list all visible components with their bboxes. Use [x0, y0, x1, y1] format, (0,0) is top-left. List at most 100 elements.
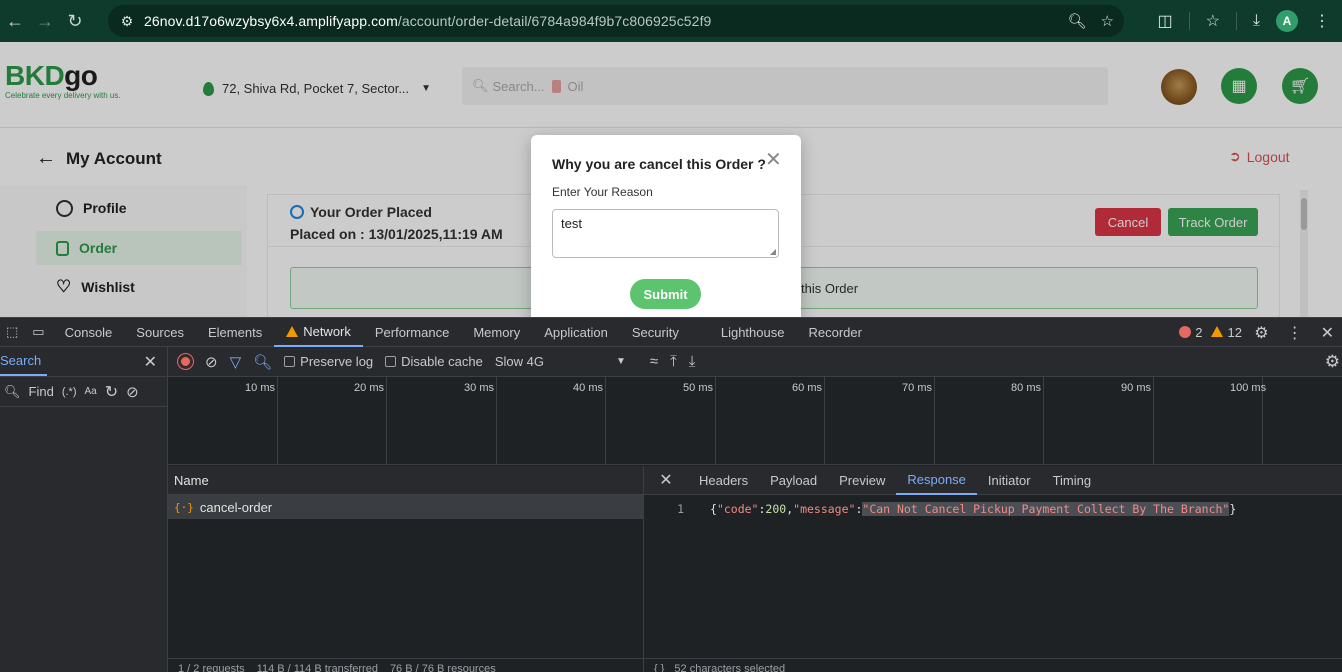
kebab-menu-icon[interactable]: ⋮ — [1287, 323, 1303, 343]
reading-list-icon[interactable]: ☆ — [1206, 11, 1220, 31]
timeline-tick-label: 100 ms — [1230, 382, 1267, 394]
downloads-icon[interactable]: ⤓ — [1253, 12, 1260, 30]
back-arrow-icon[interactable]: ← — [0, 6, 30, 36]
throttling-select[interactable]: Slow 4G ▼ — [495, 354, 626, 369]
timeline-tick-label: 40 ms — [573, 382, 603, 394]
regex-toggle[interactable]: (.*) — [62, 386, 77, 398]
settings-gear-icon[interactable]: ⚙ — [1254, 323, 1268, 343]
warning-icon — [286, 325, 299, 337]
error-counter: 2 — [1179, 325, 1203, 340]
tab-network-label: Network — [303, 323, 351, 339]
close-icon[interactable]: ✕ — [644, 470, 688, 490]
search-drawer: Search ✕ 🔍︎ Find (.*) Aa ↻ ⊘ — [0, 347, 168, 672]
name-column-header[interactable]: Name — [168, 466, 643, 495]
timeline-tick-label: 60 ms — [792, 382, 822, 394]
json-key: "message" — [793, 502, 856, 516]
devtools-corner-actions: ⚙ ⋮ ✕ — [1254, 318, 1334, 347]
transferred-size: 114 B / 114 B transferred — [256, 663, 378, 672]
site-info-icon[interactable]: ⚙ — [112, 6, 142, 36]
disable-cache-checkbox[interactable]: Disable cache — [385, 354, 483, 369]
tab-console[interactable]: Console — [53, 318, 125, 347]
network-conditions-icon[interactable]: ≈ — [650, 353, 658, 370]
network-settings-icon[interactable]: ⚙ — [1325, 352, 1340, 372]
forward-arrow-icon[interactable]: → — [30, 6, 60, 36]
search-drawer-header: Search ✕ — [0, 347, 167, 377]
disable-cache-label: Disable cache — [401, 354, 483, 369]
find-input[interactable]: 🔍︎ Find (.*) Aa ↻ ⊘ — [0, 377, 167, 407]
checkbox-box — [284, 356, 296, 367]
response-body[interactable]: {"code":200,"message":"Can Not Cancel Pi… — [710, 502, 1236, 516]
zoom-icon[interactable]: 🔍︎ — [1068, 12, 1087, 30]
timeline-tick-label: 10 ms — [245, 382, 275, 394]
tab-initiator[interactable]: Initiator — [977, 466, 1042, 495]
close-devtools-icon[interactable]: ✕ — [1321, 323, 1334, 343]
submit-button[interactable]: Submit — [630, 279, 701, 309]
request-row[interactable]: {·} cancel-order — [168, 495, 643, 519]
timeline-gridline — [605, 377, 606, 465]
import-har-icon[interactable]: ⤒ — [670, 353, 677, 370]
tab-security[interactable]: Security — [620, 318, 709, 347]
tab-headers[interactable]: Headers — [688, 466, 759, 495]
warning-counter: 12 — [1210, 325, 1242, 340]
error-count: 2 — [1195, 325, 1203, 340]
match-case-toggle[interactable]: Aa — [84, 386, 96, 397]
throttling-value: Slow 4G — [494, 354, 544, 369]
tab-elements[interactable]: Elements — [196, 318, 274, 347]
request-name: cancel-order — [199, 499, 273, 515]
tab-timing[interactable]: Timing — [1042, 466, 1103, 495]
dropdown-caret-icon: ▼ — [615, 356, 626, 367]
close-icon[interactable]: ✕ — [144, 352, 157, 372]
search-icon[interactable]: 🔍︎ — [253, 353, 272, 371]
timeline-tick-label: 70 ms — [902, 382, 932, 394]
tab-payload[interactable]: Payload — [759, 466, 828, 495]
browser-menu-icon[interactable]: ⋮ — [1314, 11, 1330, 31]
refresh-icon[interactable]: ↻ — [105, 382, 118, 402]
preserve-log-label: Preserve log — [300, 354, 374, 369]
search-tab[interactable]: Search — [0, 347, 48, 376]
tab-preview[interactable]: Preview — [828, 466, 896, 495]
issue-counters[interactable]: 2 12 — [1179, 318, 1242, 347]
url-text[interactable]: 26nov.d17o6wzybsy6x4.amplifyapp.com/acco… — [144, 13, 711, 29]
detail-tabbar: ✕ Headers Payload Preview Response Initi… — [644, 466, 1342, 495]
tab-sources[interactable]: Sources — [124, 318, 196, 347]
filter-icon[interactable]: ▽ — [230, 353, 242, 371]
tab-memory[interactable]: Memory — [461, 318, 532, 347]
toolbar-divider — [1235, 12, 1237, 30]
tab-application[interactable]: Application — [532, 318, 620, 347]
tab-network[interactable]: Network — [274, 318, 363, 347]
resize-grip-icon[interactable]: ◢ — [770, 247, 776, 256]
export-har-icon[interactable]: ⤓ — [689, 353, 696, 370]
extensions-icon[interactable]: ◫ — [1157, 11, 1172, 31]
device-toolbar-icon[interactable]: ▭ — [24, 318, 52, 347]
reason-label: Enter Your Reason — [552, 185, 653, 199]
json-brace: } — [1229, 502, 1237, 516]
timeline-gridline — [386, 377, 387, 465]
request-summary-bar: 1 / 2 requests 114 B / 114 B transferred… — [168, 658, 643, 672]
tab-performance[interactable]: Performance — [363, 318, 461, 347]
timeline-gridline — [824, 377, 825, 465]
tab-response[interactable]: Response — [896, 466, 977, 495]
inspect-element-icon[interactable]: ⬚ — [0, 318, 24, 347]
pretty-print-icon[interactable]: { } — [654, 659, 664, 672]
address-bar[interactable]: ⚙ 26nov.d17o6wzybsy6x4.amplifyapp.com/ac… — [108, 5, 1124, 37]
clear-icon[interactable]: ⊘ — [126, 383, 139, 401]
record-stop-icon[interactable] — [178, 354, 193, 369]
warning-count: 12 — [1227, 325, 1242, 340]
network-toolbar: ⊘ ▽ 🔍︎ Preserve log Disable cache Slow 4… — [168, 347, 1342, 377]
network-timeline-overview[interactable]: 10 ms 20 ms 30 ms 40 ms 50 ms 60 ms 70 ms 80 ms… — [168, 377, 1342, 465]
timeline-gridline — [1153, 377, 1154, 465]
response-line[interactable]: 1 {"code":200,"message":"Can Not Cancel … — [644, 500, 1342, 518]
tab-lighthouse[interactable]: Lighthouse — [709, 318, 797, 347]
tab-recorder[interactable]: Recorder — [796, 318, 873, 347]
preserve-log-checkbox[interactable]: Preserve log — [284, 354, 373, 369]
selection-status: 52 characters selected — [674, 663, 786, 672]
timeline-gridline — [496, 377, 497, 465]
reload-icon[interactable]: ↻ — [60, 6, 90, 36]
timeline-tick-label: 90 ms — [1121, 382, 1151, 394]
profile-avatar[interactable]: A — [1276, 10, 1298, 32]
url-host: 26nov.d17o6wzybsy6x4.amplifyapp.com — [144, 13, 398, 29]
close-icon[interactable]: ✕ — [765, 150, 782, 170]
bookmark-star-icon[interactable]: ☆ — [1101, 12, 1114, 30]
reason-textarea[interactable]: test ◢ — [552, 209, 779, 258]
clear-icon[interactable]: ⊘ — [205, 353, 218, 371]
